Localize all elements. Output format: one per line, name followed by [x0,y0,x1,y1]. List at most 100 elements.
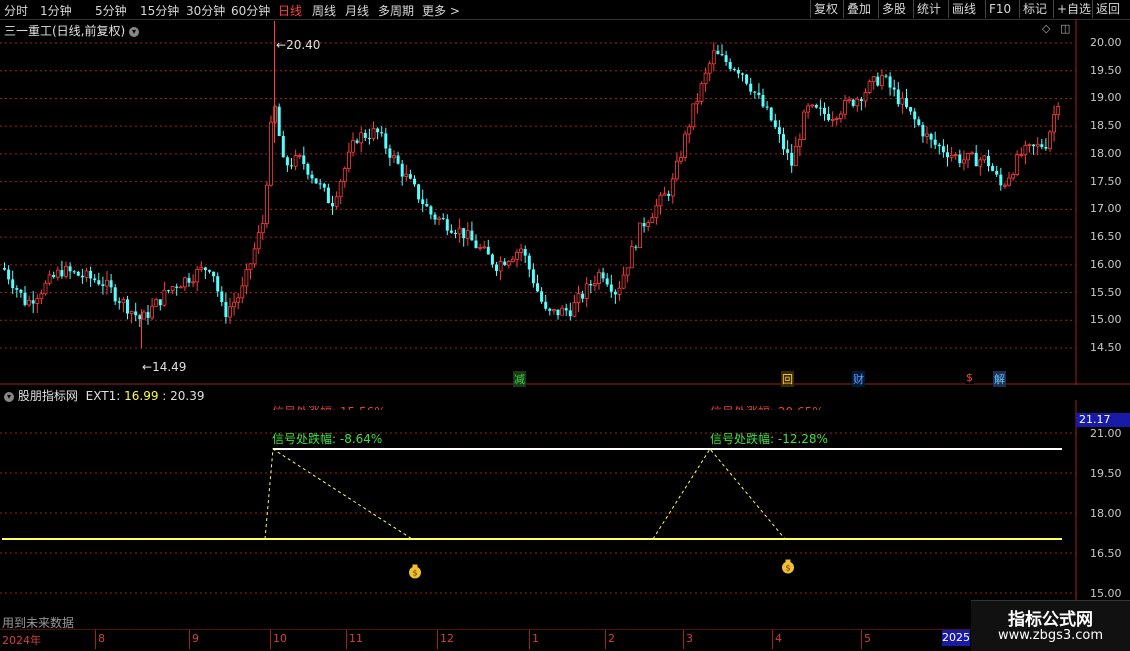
candle-body [240,285,245,299]
candle-body [297,155,302,157]
candle-body [97,280,101,285]
f10-button[interactable]: F10 [985,0,1014,18]
candle-body [470,230,474,241]
mark-button[interactable]: 标记 [1019,0,1050,18]
candle-body [974,152,978,167]
candle-body [89,270,93,279]
period-tab-5min[interactable]: 5分钟 [95,2,127,19]
candle-body [999,174,1003,186]
candle-body [745,74,749,84]
candle-body [863,92,868,102]
candle-body [880,75,884,86]
candle-body [175,286,179,288]
low-price-label: ←14.49 [142,360,187,374]
candle-body [523,249,527,256]
signal-dotted-line-left [264,448,413,540]
candle-body [84,270,89,278]
period-tab-fenshi[interactable]: 分时 [4,2,28,19]
candle-body [228,306,232,318]
candle-body [527,255,531,270]
date-axis-label: 3 [686,632,693,645]
candle-body [679,157,683,162]
date-axis-tick [270,630,271,649]
period-tab-monthly[interactable]: 月线 [345,2,369,19]
indicator-gridlines [0,432,1076,594]
dividend-marker[interactable]: $ [965,371,974,384]
candle-body [31,300,35,304]
candle-body [966,153,970,161]
date-axis-tick [772,630,773,649]
price-y-tick: 17.50 [1090,174,1122,188]
candle-body [55,269,60,278]
candle-body [650,217,655,224]
candle-body [425,204,429,207]
candle-body [80,275,84,278]
draw-button[interactable]: 画线 [948,0,979,18]
buyback-marker[interactable]: 回 [781,371,794,387]
candle-body [244,269,249,287]
date-axis-label: 10 [273,632,287,645]
date-axis-label: 11 [349,632,363,645]
date-axis-label: 2024年 [2,634,41,647]
period-tab-60min[interactable]: 60分钟 [231,2,270,19]
candle-body [302,155,306,165]
candle-body [208,270,211,272]
candle-body [1003,184,1007,187]
candle-body [581,293,585,299]
period-tab-daily[interactable]: 日线 [278,2,302,19]
candle-body [285,157,289,166]
stats-button[interactable]: 统计 [913,0,944,18]
signal-dotted-line-right [652,448,786,540]
svg-text:$: $ [785,564,790,573]
period-tab-multi[interactable]: 多周期 [378,2,414,19]
period-tab-15min[interactable]: 15分钟 [140,2,179,19]
candle-body [749,83,753,92]
candle-body [625,267,630,276]
period-tab-30min[interactable]: 30分钟 [186,2,225,19]
candle-body [371,128,376,139]
finance-marker[interactable]: 财 [852,371,865,387]
indicator-chart[interactable] [0,400,1130,630]
period-tab-more[interactable]: 更多 > [422,2,460,19]
candle-body [47,274,52,284]
candle-body [1035,143,1040,147]
period-tab-1min[interactable]: 1分钟 [40,2,72,19]
candle-body [900,97,905,105]
candle-body [790,152,794,166]
unlock-marker[interactable]: 解 [993,371,1006,387]
candle-body [802,111,806,140]
date-axis-tick [683,630,684,649]
candle-body [293,155,298,167]
candle-body [3,267,6,270]
reduce-marker[interactable]: 减 [513,371,526,387]
candle-body [970,152,974,155]
signal-drop-annotation-left: 信号处跌幅: -8.64% [272,432,383,446]
candle-body [601,272,605,279]
multi-stock-button[interactable]: 多股 [878,0,909,18]
period-tab-weekly[interactable]: 周线 [312,2,336,19]
candle-body [621,274,626,289]
candle-body [613,291,617,295]
candle-body [277,106,281,137]
date-axis-label: 4 [775,632,782,645]
signal-rise-annotation-left: 信号处涨幅: 15.56% [272,403,386,410]
candle-body [134,311,138,316]
candle-body [720,54,724,56]
fuquan-button[interactable]: 复权 [810,0,841,18]
candle-body [76,271,80,276]
candle-body [429,206,433,215]
candle-body [909,107,913,112]
candle-body [195,269,200,283]
overlay-button[interactable]: 叠加 [843,0,874,18]
add-watchlist-button[interactable]: +自选 [1053,0,1094,18]
candle-body [839,113,843,119]
candlestick-chart[interactable] [0,19,1130,385]
candle-body [359,132,364,144]
candle-body [871,76,876,83]
candle-body [814,105,818,108]
svg-text:$: $ [412,569,417,578]
candle-body [449,230,453,233]
candle-body [437,217,442,220]
back-button[interactable]: 返回 [1092,0,1123,18]
candle-body [191,281,196,284]
